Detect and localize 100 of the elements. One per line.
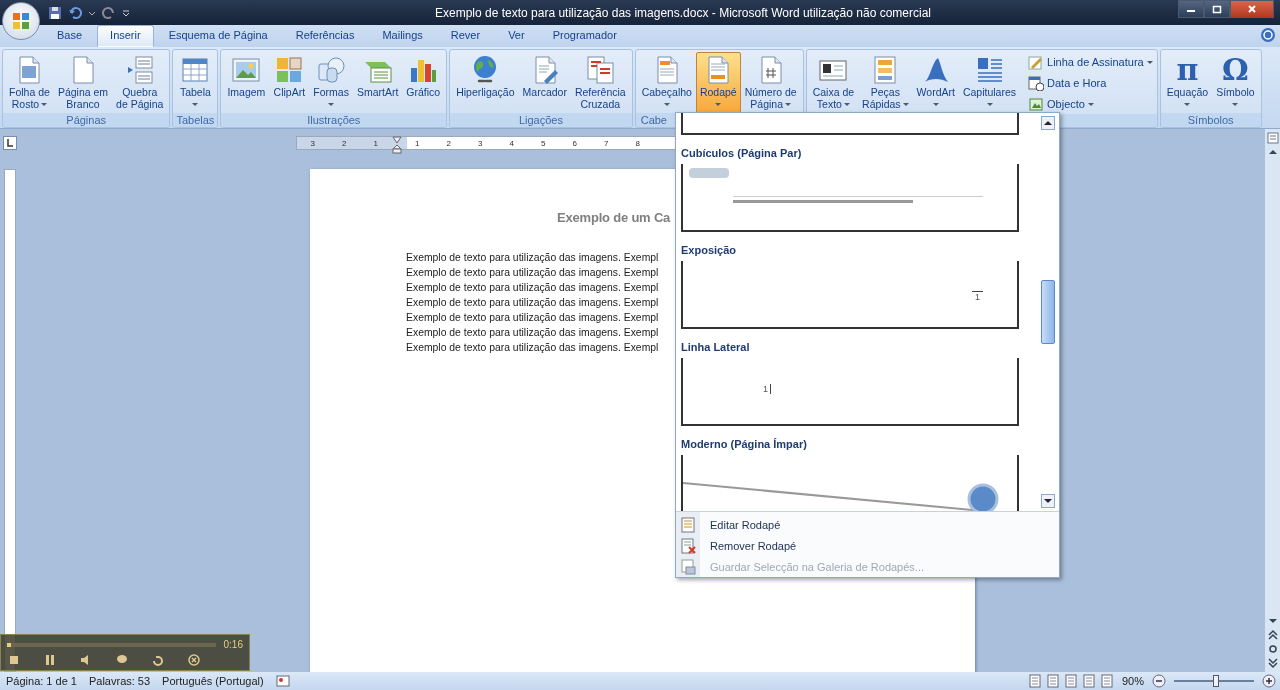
maximize-icon xyxy=(1212,4,1222,14)
ruler-number: 2 xyxy=(445,138,452,148)
group-label: Tabelas xyxy=(173,113,218,127)
ribbon-button[interactable]: Página em Branco xyxy=(53,52,113,113)
ribbon-button[interactable]: Marcador xyxy=(518,52,571,113)
ribbon-button[interactable]: Rodapé xyxy=(695,52,741,113)
ribbon-button[interactable]: Gráfico xyxy=(402,52,445,113)
ribbon-button[interactable]: Tabela xyxy=(175,52,216,113)
ribbon-button[interactable]: Número de Página xyxy=(740,52,801,113)
ribbon-tab[interactable]: Rever xyxy=(437,25,494,47)
ribbon-button[interactable]: Hiperligação xyxy=(452,52,519,113)
group-label: Ilustrações xyxy=(221,113,447,127)
footer-preview[interactable]: 1 xyxy=(681,261,1019,329)
ruler-number: 5 xyxy=(540,138,547,148)
ribbon-button[interactable]: Caixa de Texto xyxy=(808,52,859,113)
replay-icon[interactable] xyxy=(151,653,165,667)
ribbon-button[interactable]: ClipArt xyxy=(269,52,310,113)
menu-item[interactable]: Remover Rodapé xyxy=(676,535,1059,556)
page-number: 1 xyxy=(972,291,983,302)
ribbon-tab[interactable]: Programador xyxy=(539,25,630,47)
stop-icon[interactable] xyxy=(7,653,21,667)
document-text-line: Exemplo de texto para utilização das imagens. Exempl xyxy=(406,296,659,310)
maximize-button[interactable] xyxy=(1204,0,1230,18)
ruler-number: 6 xyxy=(571,138,578,148)
tab-selector-icon[interactable] xyxy=(3,136,17,150)
ribbon-button[interactable]: Referência Cruzada xyxy=(570,52,630,113)
ruler-toggle-icon[interactable] xyxy=(1266,132,1279,144)
ribbon-button[interactable]: Formas xyxy=(309,52,353,113)
help-icon[interactable] xyxy=(1260,27,1276,43)
gallery-scrollbar[interactable] xyxy=(1041,113,1057,511)
edit-footer-icon xyxy=(680,516,696,533)
object-icon xyxy=(1028,96,1045,112)
ribbon-button[interactable]: Peças Rápidas xyxy=(858,52,913,113)
scroll-thumb[interactable] xyxy=(1041,280,1055,344)
browse-object-icon[interactable] xyxy=(1266,643,1279,655)
logo-placeholder xyxy=(689,168,729,178)
view-mode-icon[interactable] xyxy=(1063,674,1078,688)
footer-preview[interactable]: 1 xyxy=(681,358,1019,426)
zoom-in-icon[interactable] xyxy=(1262,674,1276,688)
ribbon-tab[interactable]: Inserir xyxy=(97,25,154,47)
document-text-line: Exemplo de texto para utilização das imagens. Exempl xyxy=(406,311,659,325)
indent-marker-icon[interactable] xyxy=(391,136,402,154)
ribbon-button[interactable]: Quebra de Página xyxy=(112,52,168,113)
window-title: Exemplo de texto para utilização das imagens.docx - Microsoft Word utilização não comercial xyxy=(434,5,932,20)
ribbon-button[interactable]: π Equação xyxy=(1162,52,1213,113)
close-icon[interactable] xyxy=(187,653,201,667)
minimize-button[interactable] xyxy=(1178,0,1204,18)
customize-toolbar-icon[interactable] xyxy=(122,8,130,17)
group-label: Páginas xyxy=(3,113,170,127)
ribbon-button[interactable]: Cabeçalho xyxy=(637,52,696,113)
ribbon-small-button[interactable]: Linha de Assinatura xyxy=(1026,52,1155,72)
calendar-clock-icon xyxy=(1028,75,1045,91)
ruler-number: 3 xyxy=(477,138,484,148)
previous-page-icon[interactable] xyxy=(1266,629,1279,641)
gallery-item-title: Moderno (Página Ímpar) xyxy=(681,437,808,452)
omega-icon: Ω xyxy=(1219,54,1252,86)
status-text[interactable]: Página: 1 de 1 xyxy=(6,675,77,687)
ribbon-button[interactable]: Folha de Rosto xyxy=(5,52,54,113)
ribbon-tab[interactable]: Esquema de Página xyxy=(155,25,281,47)
gallery-item-title: Exposição xyxy=(681,243,738,258)
office-logo-icon xyxy=(11,11,31,31)
next-page-icon[interactable] xyxy=(1266,657,1279,669)
ruler-number: 4 xyxy=(508,138,515,148)
view-mode-icon[interactable] xyxy=(1081,674,1096,688)
gallery-item-title: Cubículos (Página Par) xyxy=(681,146,803,161)
pause-icon[interactable] xyxy=(43,653,57,667)
menu-item[interactable]: Editar Rodapé xyxy=(676,514,1059,535)
ruler-number: 3 xyxy=(309,138,316,148)
ribbon-small-button[interactable]: Data e Hora xyxy=(1026,73,1155,93)
remove-footer-icon xyxy=(680,537,696,554)
ribbon-tab[interactable]: Referências xyxy=(282,25,368,47)
view-mode-icon[interactable] xyxy=(1045,674,1060,688)
status-text[interactable]: Português (Portugal) xyxy=(162,675,264,687)
save-icon[interactable] xyxy=(48,5,62,20)
scroll-up-icon[interactable] xyxy=(1041,116,1055,130)
view-mode-icon[interactable] xyxy=(1027,674,1042,688)
undo-icon[interactable] xyxy=(68,5,82,20)
ribbon-button[interactable]: SmartArt xyxy=(352,52,403,113)
ribbon-button[interactable]: Imagem xyxy=(223,52,270,113)
ribbon-tab[interactable]: Mailings xyxy=(369,25,436,47)
footer-preview[interactable] xyxy=(681,113,1019,135)
macro-record-icon[interactable] xyxy=(275,674,290,688)
document-heading: Exemplo de um Ca xyxy=(557,210,671,225)
close-button[interactable] xyxy=(1230,0,1274,18)
vertical-scrollbar[interactable] xyxy=(1265,129,1280,672)
ribbon-button[interactable]: Ω Símbolo xyxy=(1212,52,1259,113)
group-label: Símbolos xyxy=(1160,113,1261,127)
ribbon-tab[interactable]: Ver xyxy=(495,25,538,47)
ribbon-tab[interactable]: Base xyxy=(44,25,96,47)
view-mode-icon[interactable] xyxy=(1099,674,1114,688)
save-selection-icon xyxy=(680,558,696,575)
scroll-down-icon[interactable] xyxy=(1041,494,1055,508)
close-icon xyxy=(1247,4,1257,14)
zoom-level[interactable]: 90% xyxy=(1121,675,1144,687)
footer-preview[interactable] xyxy=(681,164,1019,232)
redo-icon[interactable] xyxy=(102,5,116,20)
status-text[interactable]: Palavras: 53 xyxy=(88,675,151,687)
document-text-line: Exemplo de texto para utilização das imagens. Exempl xyxy=(406,266,659,280)
gallery-item-title: Linha Lateral xyxy=(681,340,751,355)
zoom-out-icon[interactable] xyxy=(1152,674,1166,688)
